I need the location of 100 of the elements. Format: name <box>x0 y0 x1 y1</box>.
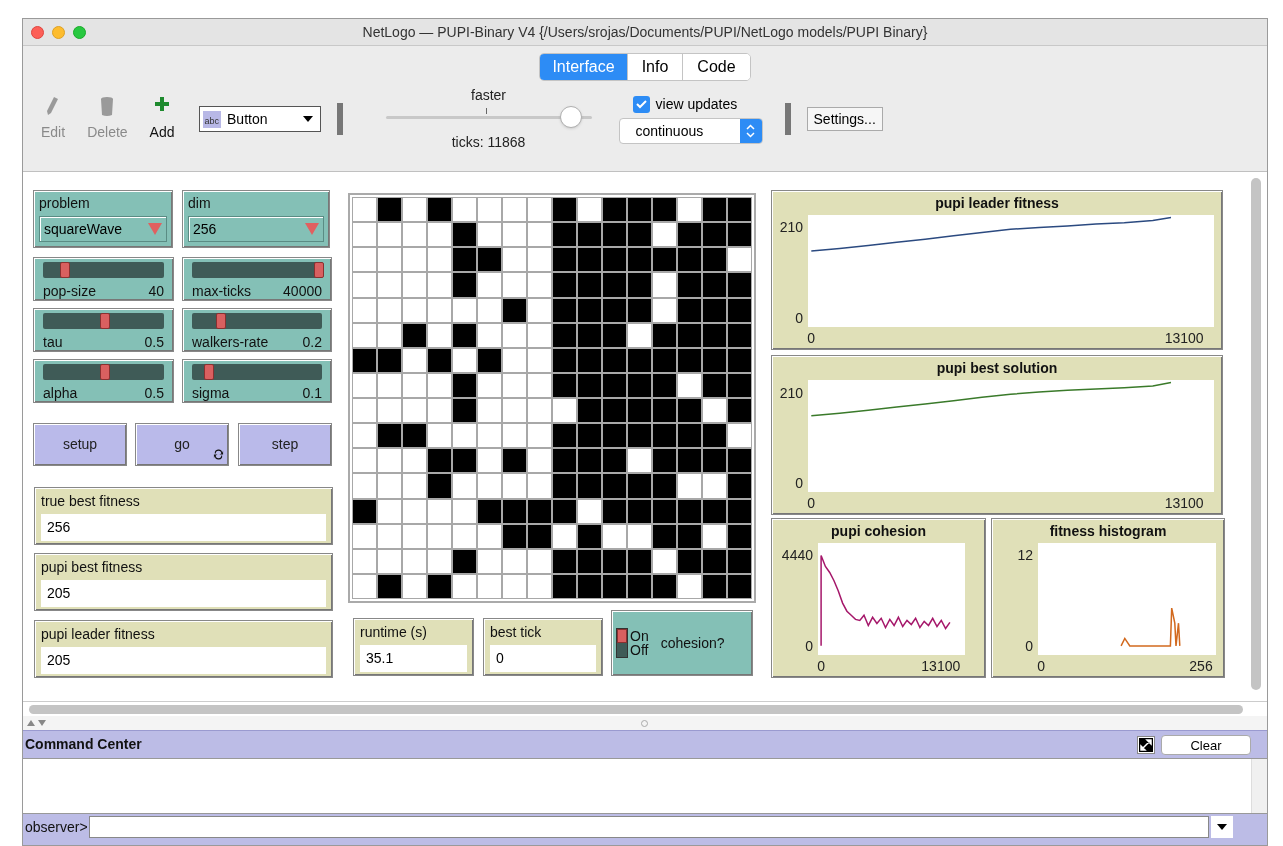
chooser[interactable]: problem squareWave <box>33 190 173 248</box>
chooser-label: problem <box>39 194 91 213</box>
slider-track[interactable] <box>43 364 164 380</box>
slider-value: 40000 <box>283 282 322 301</box>
minimize-button[interactable] <box>52 25 65 39</box>
axis-tick-label: 13100 <box>1164 496 1204 510</box>
slider-track[interactable] <box>192 262 322 278</box>
slider-track[interactable] <box>43 313 164 329</box>
plot-title: pupi cohesion <box>830 522 927 541</box>
slider[interactable]: alpha 0.5 <box>33 359 174 403</box>
axis-tick-label: 210 <box>779 385 803 400</box>
button[interactable]: setup <box>33 423 127 466</box>
triangle-icon <box>148 223 162 235</box>
slider-thumb[interactable] <box>204 364 215 380</box>
slider-track[interactable] <box>43 262 164 278</box>
slider-label: pop-size <box>43 282 96 301</box>
window-title: NetLogo — PUPI-Binary V4 {/Users/srojas/Documents/PUPI/NetLogo models/PUPI Binary} <box>361 22 929 42</box>
chooser-value: 256 <box>188 216 324 242</box>
slider-thumb[interactable] <box>216 313 227 329</box>
axis-tick-label: 210 <box>779 220 803 235</box>
monitor-value: 205 <box>41 580 326 607</box>
button[interactable]: go <box>135 423 229 466</box>
toolbar-button[interactable]: Add <box>149 95 175 143</box>
update-mode-dropdown[interactable]: continuous <box>618 118 763 144</box>
slider[interactable]: tau 0.5 <box>33 308 174 352</box>
axis-tick-label: 0 <box>817 659 825 673</box>
axis-tick-label: 13100 <box>921 659 961 673</box>
prompt-label: observer> <box>25 817 88 837</box>
slider-label: alpha <box>43 384 78 403</box>
trash-can-icon <box>99 95 116 116</box>
on-label: On <box>630 629 649 643</box>
close-button[interactable] <box>31 25 44 39</box>
axis-tick-label: 13100 <box>1164 331 1204 345</box>
axis-tick-label: 0 <box>1037 659 1045 673</box>
slider-value: 0.5 <box>144 384 164 403</box>
axis-tick-label: 0 <box>795 311 803 326</box>
axis-tick-label: 0 <box>1025 638 1033 653</box>
plot-title: fitness histogram <box>1048 522 1168 541</box>
switch-lever[interactable] <box>617 629 627 643</box>
monitor-label: best tick <box>490 623 543 642</box>
axis-tick-label: 256 <box>1189 659 1213 673</box>
checkmark-icon <box>635 100 647 109</box>
axis-tick-label: 12 <box>1017 548 1033 563</box>
slider-value: 0.5 <box>144 333 164 352</box>
slider-thumb[interactable] <box>314 262 324 278</box>
switch-label: cohesion? <box>660 633 725 653</box>
slider[interactable]: max-ticks 40000 <box>182 257 332 301</box>
widget-icon-label: abc <box>202 110 222 128</box>
expand-icon <box>1139 737 1153 752</box>
slider-thumb[interactable] <box>59 262 70 278</box>
settings-button[interactable]: Settings... <box>806 107 883 131</box>
checkbox[interactable] <box>632 96 650 113</box>
monitor-value: 0 <box>490 645 596 672</box>
slider-value: 0.1 <box>302 384 322 403</box>
slider-thumb[interactable] <box>99 364 110 380</box>
slider-label: max-ticks <box>192 282 252 301</box>
splitter-arrows-icon[interactable] <box>27 719 47 727</box>
off-label: Off <box>630 643 649 657</box>
speed-slider[interactable] <box>385 106 592 128</box>
slider[interactable]: pop-size 40 <box>33 257 174 301</box>
expand-button[interactable] <box>1137 735 1155 754</box>
plot-title: pupi best solution <box>935 359 1059 378</box>
plot-title: pupi leader fitness <box>934 194 1060 213</box>
toolbar-separator <box>336 103 343 135</box>
slider[interactable]: walkers-rate 0.2 <box>182 308 332 352</box>
monitor-value: 256 <box>41 514 326 541</box>
history-dropdown[interactable] <box>1210 816 1233 838</box>
chooser-label: dim <box>188 194 212 213</box>
horizontal-scrollbar[interactable] <box>29 704 1243 714</box>
slider-track[interactable] <box>192 364 322 380</box>
forever-icon <box>213 449 224 460</box>
axis-tick-label: 4440 <box>781 548 813 563</box>
monitor-label: true best fitness <box>41 492 141 511</box>
slider-label: sigma <box>192 384 230 403</box>
checkbox-label: view updates <box>655 95 738 114</box>
tab[interactable]: Code <box>682 54 750 80</box>
button[interactable]: step <box>238 423 332 466</box>
monitor-label: pupi best fitness <box>41 558 144 577</box>
vertical-scrollbar[interactable] <box>1251 178 1261 690</box>
monitor-value: 35.1 <box>360 645 467 672</box>
axis-tick-label: 0 <box>805 638 813 653</box>
slider[interactable]: sigma 0.1 <box>182 359 332 403</box>
chooser[interactable]: dim 256 <box>182 190 330 248</box>
slider-label: tau <box>43 333 63 352</box>
axis-tick-label: 0 <box>807 331 816 345</box>
slider-track[interactable] <box>192 313 322 329</box>
clear-button[interactable]: Clear <box>1161 734 1251 755</box>
slider-thumb[interactable] <box>99 313 110 329</box>
zoom-button[interactable] <box>73 25 86 39</box>
dropdown-value: Button <box>227 109 268 129</box>
caret-icon <box>1216 824 1227 830</box>
slider-value: 0.2 <box>302 333 322 352</box>
widget-type-dropdown[interactable]: abc Button <box>198 106 321 132</box>
command-input[interactable] <box>88 816 1209 838</box>
axis-tick-label: 0 <box>795 476 803 491</box>
plot-line <box>1120 607 1181 647</box>
monitor-label: runtime (s) <box>360 623 428 642</box>
caret-icon <box>302 116 313 122</box>
slider-thumb[interactable] <box>560 106 583 128</box>
toolbar-separator <box>784 103 791 135</box>
